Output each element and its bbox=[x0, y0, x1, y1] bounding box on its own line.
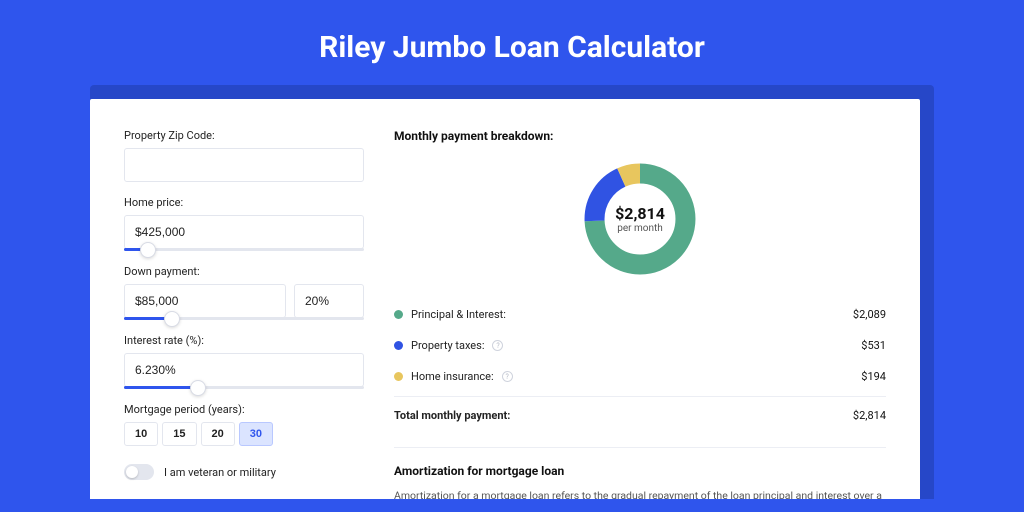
home-price-field: Home price: bbox=[124, 196, 364, 251]
period-pill-30[interactable]: 30 bbox=[239, 422, 273, 446]
veteran-toggle[interactable] bbox=[124, 464, 154, 480]
amortization-heading: Amortization for mortgage loan bbox=[394, 464, 886, 478]
breakdown-row-total: Total monthly payment: $2,814 bbox=[394, 396, 886, 431]
breakdown-row-taxes: Property taxes: ? $531 bbox=[394, 330, 886, 361]
dot-insurance-icon bbox=[394, 372, 403, 381]
dot-taxes-icon bbox=[394, 341, 403, 350]
zip-label: Property Zip Code: bbox=[124, 129, 364, 142]
interest-field: Interest rate (%): bbox=[124, 334, 364, 389]
donut-sub: per month bbox=[617, 223, 663, 234]
home-price-label: Home price: bbox=[124, 196, 364, 209]
period-field: Mortgage period (years): 10 15 20 30 bbox=[124, 403, 364, 446]
dot-principal-icon bbox=[394, 310, 403, 319]
info-icon[interactable]: ? bbox=[492, 340, 503, 351]
veteran-toggle-row: I am veteran or military bbox=[124, 464, 364, 480]
breakdown-column: Monthly payment breakdown: $2,814 per mo… bbox=[394, 129, 886, 499]
down-payment-slider[interactable] bbox=[124, 317, 364, 320]
period-pill-20[interactable]: 20 bbox=[201, 422, 235, 446]
breakdown-value: $531 bbox=[861, 339, 886, 352]
donut-amount: $2,814 bbox=[615, 204, 665, 223]
amortization-text: Amortization for a mortgage loan refers … bbox=[394, 488, 886, 499]
calculator-card: Property Zip Code: Home price: Down paym… bbox=[90, 99, 920, 499]
period-pill-10[interactable]: 10 bbox=[124, 422, 158, 446]
zip-input[interactable] bbox=[124, 148, 364, 182]
interest-slider[interactable] bbox=[124, 386, 364, 389]
zip-field: Property Zip Code: bbox=[124, 129, 364, 182]
home-price-slider[interactable] bbox=[124, 248, 364, 251]
period-label: Mortgage period (years): bbox=[124, 403, 364, 416]
slider-thumb[interactable] bbox=[190, 380, 206, 396]
info-icon[interactable]: ? bbox=[502, 371, 513, 382]
breakdown-total-label: Total monthly payment: bbox=[394, 409, 510, 422]
toggle-knob bbox=[126, 466, 138, 478]
breakdown-total-value: $2,814 bbox=[853, 409, 886, 422]
period-pills: 10 15 20 30 bbox=[124, 422, 364, 446]
breakdown-label: Principal & Interest: bbox=[411, 308, 506, 321]
breakdown-label: Home insurance: bbox=[411, 370, 494, 383]
breakdown-row-insurance: Home insurance: ? $194 bbox=[394, 361, 886, 392]
period-pill-15[interactable]: 15 bbox=[162, 422, 196, 446]
divider bbox=[394, 447, 886, 448]
breakdown-row-principal: Principal & Interest: $2,089 bbox=[394, 299, 886, 330]
home-price-input[interactable] bbox=[124, 215, 364, 249]
interest-input[interactable] bbox=[124, 353, 364, 387]
donut-chart: $2,814 per month bbox=[394, 159, 886, 279]
card-shadow: Property Zip Code: Home price: Down paym… bbox=[90, 85, 934, 499]
down-payment-field: Down payment: bbox=[124, 265, 364, 320]
down-payment-percent-input[interactable] bbox=[294, 284, 364, 318]
breakdown-heading: Monthly payment breakdown: bbox=[394, 129, 886, 143]
interest-label: Interest rate (%): bbox=[124, 334, 364, 347]
donut-center: $2,814 per month bbox=[580, 159, 700, 279]
breakdown-value: $2,089 bbox=[853, 308, 886, 321]
down-payment-amount-input[interactable] bbox=[124, 284, 286, 318]
page-title: Riley Jumbo Loan Calculator bbox=[0, 0, 1024, 85]
veteran-label: I am veteran or military bbox=[164, 466, 276, 479]
form-column: Property Zip Code: Home price: Down paym… bbox=[124, 129, 364, 499]
breakdown-value: $194 bbox=[861, 370, 886, 383]
slider-thumb[interactable] bbox=[140, 242, 156, 258]
slider-thumb[interactable] bbox=[164, 311, 180, 327]
breakdown-label: Property taxes: bbox=[411, 339, 484, 352]
down-payment-label: Down payment: bbox=[124, 265, 364, 278]
